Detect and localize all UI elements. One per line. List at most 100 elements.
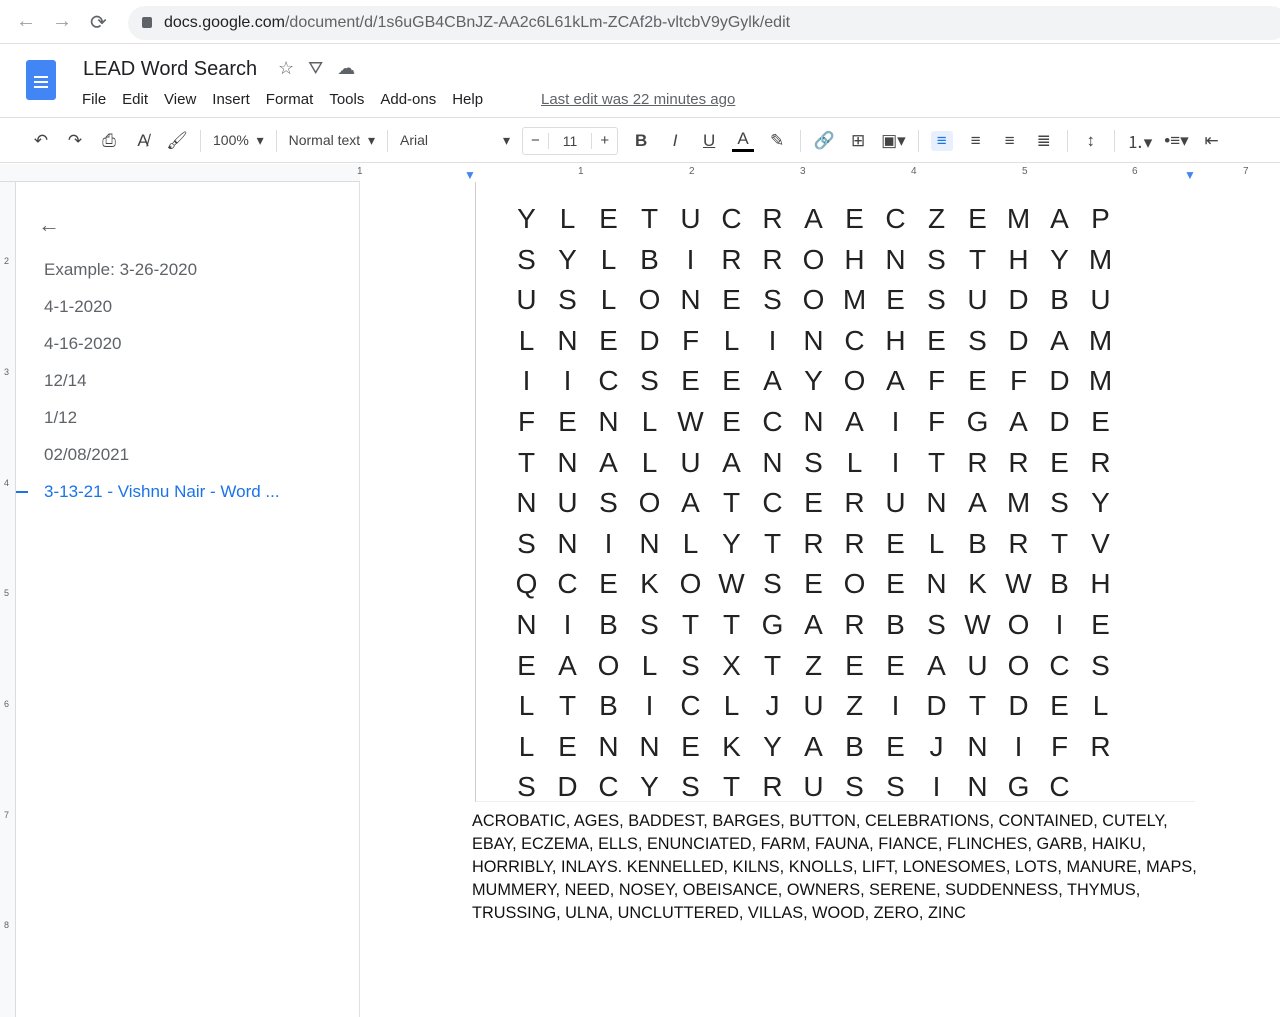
grid-letter: F [927,365,946,397]
grid-letter: R [762,771,783,803]
word-list[interactable]: ACROBATIC, AGES, BADDEST, BARGES, BUTTON… [472,810,1202,925]
grid-letter: A [1050,324,1069,356]
outline-item[interactable]: 4-16-2020 [44,334,122,354]
bulleted-list-icon[interactable]: •≡▾ [1164,131,1188,151]
style-select[interactable]: Normal text ▾ [289,132,375,149]
decrease-size-button[interactable]: − [523,132,548,149]
print-icon[interactable]: ⎙ [98,131,120,151]
outline-item-selected[interactable]: 3-13-21 - Vishnu Nair - Word ... [44,482,280,502]
grid-letter: O [843,568,866,600]
align-left-icon[interactable]: ≡ [930,130,953,151]
outline-item[interactable]: 4-1-2020 [44,297,112,317]
grid-letter: U [680,203,701,234]
ruler-label: 6 [4,699,10,709]
star-icon[interactable]: ☆ [278,58,308,78]
numbered-list-icon[interactable]: ⒈▾ [1127,128,1153,153]
forward-arrow-icon[interactable]: → [52,10,72,33]
grid-letter: E [722,405,741,437]
ruler-label: 6 [1132,166,1138,177]
docs-logo-icon[interactable] [26,60,56,100]
justify-icon[interactable]: ≣ [1033,131,1055,151]
menu-view[interactable]: View [164,91,196,108]
outline-item[interactable]: 1/12 [44,408,77,428]
grid-letter: E [722,365,741,397]
highlight-icon[interactable]: ✎ [766,131,788,151]
menu-file[interactable]: File [82,91,106,108]
decrease-indent-icon[interactable]: ⇤ [1201,131,1223,151]
ruler-label: 3 [4,367,10,377]
grid-letter: N [803,405,824,437]
grid-letter: I [604,527,613,559]
image-icon[interactable]: ▣▾ [881,131,906,151]
grid-letter: E [1091,608,1110,640]
align-center-icon[interactable]: ≡ [965,131,987,151]
font-size-stepper[interactable]: −11 + [522,126,619,155]
move-to-drive-icon[interactable]: ⛛ [308,58,337,78]
outline-item[interactable]: 12/14 [44,371,87,391]
last-edit-link[interactable]: Last edit was 22 minutes ago [541,91,735,108]
italic-icon[interactable]: I [664,131,686,151]
font-size-input[interactable]: 11 [547,132,593,149]
grid-letter: B [1050,568,1069,600]
grid-letter: N [926,568,947,600]
grid-letter: E [599,568,618,600]
horizontal-ruler[interactable]: 1 ▼ 1 2 3 4 5 6 ▼ 7 [0,164,1280,182]
undo-icon[interactable]: ↶ [30,131,52,151]
grid-letter: S [517,243,536,275]
zoom-select[interactable]: 100% ▾ [213,132,264,149]
menu-help[interactable]: Help [452,91,483,108]
grid-letter: E [886,568,905,600]
redo-icon[interactable]: ↷ [64,131,86,151]
docs-header: LEAD Word Search ☆⛛☁ File Edit View Inse… [0,44,1280,118]
grid-letter: R [844,487,865,519]
bold-icon[interactable]: B [630,131,652,151]
ruler-label: 7 [1243,166,1249,177]
grid-letter: R [1090,730,1111,762]
menu-tools[interactable]: Tools [329,91,364,108]
spellcheck-icon[interactable]: A̸ [132,131,154,151]
address-bar[interactable]: docs.google.com/document/d/1s6uGB4CBnJZ-… [128,6,1280,40]
underline-icon[interactable]: U [698,131,720,151]
outline-item[interactable]: Example: 3-26-2020 [44,260,197,280]
text-color-icon[interactable]: A [732,129,755,152]
grid-letter: Q [515,568,538,600]
grid-letter: L [600,284,617,316]
menu-addons[interactable]: Add-ons [380,91,436,108]
grid-letter: E [558,730,577,762]
grid-letter: E [886,527,905,559]
close-outline-arrow-icon[interactable]: ← [38,212,60,238]
grid-letter: T [763,649,782,681]
align-right-icon[interactable]: ≡ [999,131,1021,151]
back-arrow-icon[interactable]: ← [16,10,36,33]
left-indent-marker[interactable]: ▼ [464,168,476,182]
grid-letter: S [886,771,905,803]
right-indent-marker[interactable]: ▼ [1184,168,1196,182]
paint-format-icon[interactable]: 🖌 [166,131,188,151]
document-title[interactable]: LEAD Word Search [83,58,257,81]
increase-size-button[interactable]: + [592,132,617,149]
grid-letter: W [718,568,745,600]
menu-insert[interactable]: Insert [212,91,250,108]
menu-edit[interactable]: Edit [122,91,148,108]
comment-icon[interactable]: ⊞ [847,131,869,151]
link-icon[interactable]: 🔗 [813,131,835,151]
grid-letter: R [1008,446,1029,478]
grid-letter: M [1088,243,1113,275]
grid-letter: Z [927,203,946,234]
line-spacing-icon[interactable]: ↕ [1080,131,1102,151]
grid-letter: L [682,527,699,559]
grid-letter: A [845,405,864,437]
menu-format[interactable]: Format [266,91,314,108]
vertical-ruler[interactable]: 2 3 4 5 6 7 8 [0,182,16,1017]
cloud-status-icon[interactable]: ☁ [337,58,369,78]
grid-letter: E [681,730,700,762]
grid-letter: J [765,690,780,722]
grid-letter: N [639,527,660,559]
outline-item[interactable]: 02/08/2021 [44,445,129,465]
grid-letter: I [686,243,695,275]
grid-letter: N [598,405,619,437]
grid-letter: L [723,324,740,356]
reload-icon[interactable]: ⟳ [90,10,107,35]
grid-letter: T [722,771,741,803]
font-select[interactable]: Arial ▾ [400,132,510,149]
